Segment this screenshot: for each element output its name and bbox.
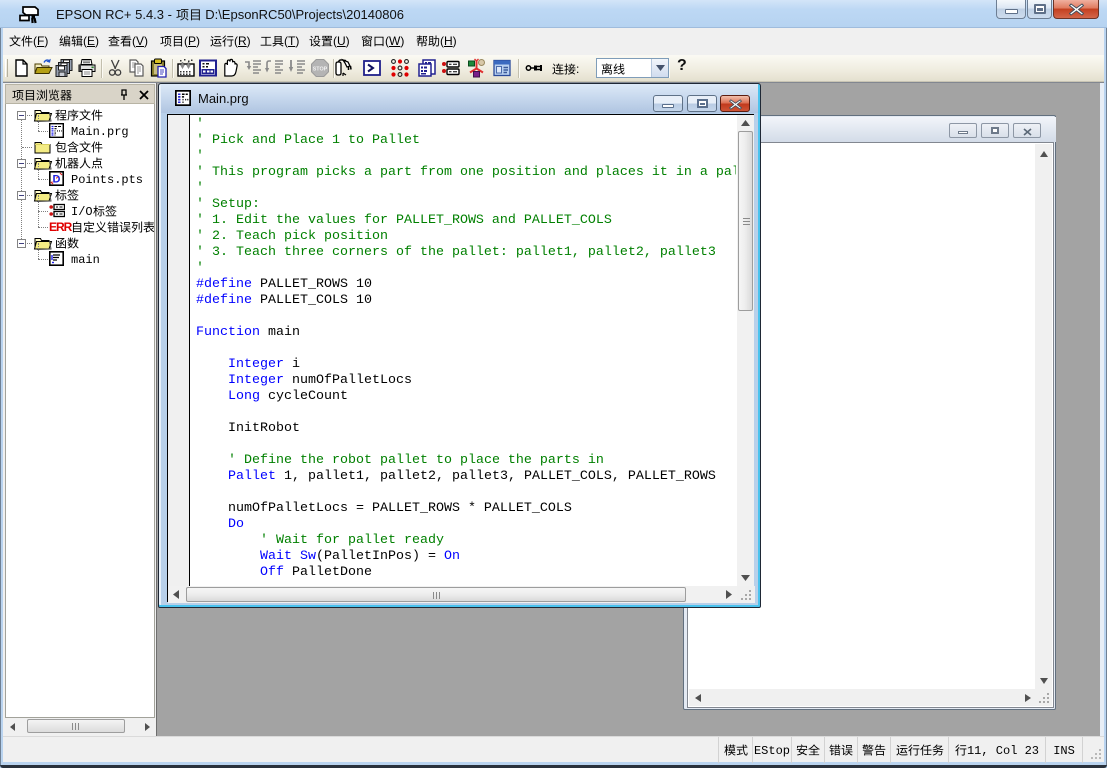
svg-text:STOP: STOP bbox=[313, 66, 328, 72]
svg-text:D: D bbox=[53, 174, 61, 186]
